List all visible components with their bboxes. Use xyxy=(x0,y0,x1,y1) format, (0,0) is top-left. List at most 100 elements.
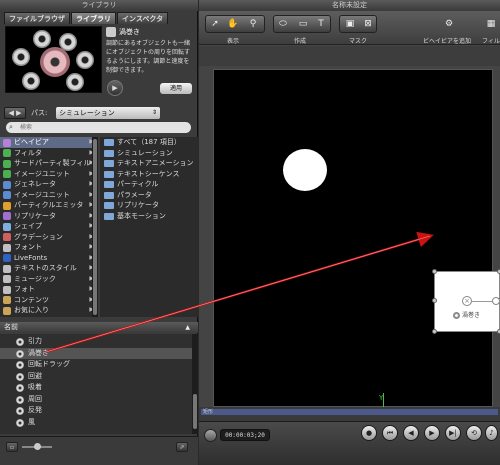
tab-library[interactable]: ライブラリ xyxy=(71,12,116,24)
ellipse-tool-icon[interactable]: ⬭ xyxy=(276,17,290,31)
category-label: シェイプ xyxy=(14,222,42,230)
category-item[interactable]: ビヘイビア▶ xyxy=(0,137,98,148)
go-to-start-button[interactable]: ⏮ xyxy=(382,425,398,441)
list-header[interactable]: 名前 ▲ xyxy=(0,322,198,333)
selected-rectangle-object[interactable]: × 渦巻き xyxy=(432,269,500,334)
gear-icon xyxy=(16,384,24,392)
text-tool-icon[interactable]: T xyxy=(314,17,328,31)
search-input[interactable]: ⌕ 検索 xyxy=(6,122,191,133)
subcategory-label: パーティクル xyxy=(117,180,159,188)
category-item[interactable]: リプリケータ▶ xyxy=(0,211,98,222)
slider-knob[interactable] xyxy=(34,443,41,450)
subcategory-item[interactable]: リプリケータ xyxy=(100,200,198,211)
list-item[interactable]: 回転ドラッグ xyxy=(0,359,192,370)
import-button[interactable]: ⇗ xyxy=(176,442,188,452)
category-item[interactable]: サードパーティ製フィル▶ xyxy=(0,158,98,169)
anchor-point-icon[interactable]: × xyxy=(462,296,472,306)
category-item[interactable]: ミュージック▶ xyxy=(0,274,98,285)
view-toggle-button[interactable]: ▫ xyxy=(6,442,18,452)
category-item[interactable]: ジェネレータ▶ xyxy=(0,179,98,190)
rectangle-tool-icon[interactable]: ▭ xyxy=(296,17,310,31)
path-select[interactable]: シミュレーション ⇕ xyxy=(56,107,160,119)
category-item[interactable]: イメージユニット▶ xyxy=(0,169,98,180)
zoom-tool-icon[interactable]: ⚲ xyxy=(246,17,260,31)
list-item-label: 回転ドラッグ xyxy=(28,360,70,368)
description-title: 渦巻き xyxy=(119,28,140,36)
tab-inspector[interactable]: インスペクタ xyxy=(117,12,169,24)
gear-icon xyxy=(16,372,24,381)
tab-file-browser[interactable]: ファイルブラウザ xyxy=(4,12,70,24)
list-item[interactable]: 風 xyxy=(0,417,192,428)
record-button[interactable]: ● xyxy=(361,425,377,441)
step-back-button[interactable]: ◀ xyxy=(403,425,419,441)
transport-bar: 00:00:03;20 ● ⏮ ◀ ▶ ▶| ⟲ ♪ xyxy=(199,421,500,465)
timecode-display[interactable]: 00:00:03;20 xyxy=(220,429,270,441)
subcategory-item[interactable]: テキストアニメーション xyxy=(100,158,198,169)
apply-button[interactable]: 適用 xyxy=(160,83,192,94)
mask-image-icon[interactable]: ⊠ xyxy=(361,17,375,31)
category-item[interactable]: シェイプ▶ xyxy=(0,221,98,232)
play-button[interactable]: ▶ xyxy=(424,425,440,441)
audio-button[interactable]: ♪ xyxy=(485,425,498,441)
category-label: フォント xyxy=(14,243,42,251)
gear-icon xyxy=(76,51,94,69)
item-scrollbar[interactable] xyxy=(192,334,198,434)
subcategory-item[interactable]: シミュレーション xyxy=(100,148,198,159)
category-label: イメージユニット xyxy=(14,169,70,178)
subcategory-item[interactable]: テキストシーケンス xyxy=(100,169,198,180)
play-preview-button[interactable]: ▶ xyxy=(107,80,123,96)
jog-knob[interactable] xyxy=(204,429,217,442)
category-item[interactable]: LiveFonts▶ xyxy=(0,253,98,264)
category-item[interactable]: コンテンツ▶ xyxy=(0,295,98,306)
list-item-label: 反発 xyxy=(28,406,42,414)
gear-icon xyxy=(453,312,460,319)
subcategory-label: 基本モーション xyxy=(117,211,166,220)
subcategory-item[interactable]: 基本モーション xyxy=(100,211,198,222)
select-tool-icon[interactable]: ➚ xyxy=(208,17,222,31)
category-item[interactable]: パーティクルエミッタ▶ xyxy=(0,200,98,211)
subcategory-list: すべて（187 項目） シミュレーション テキストアニメーション テキストシーケンスパ… xyxy=(100,137,198,317)
category-item[interactable]: お気に入り▶ xyxy=(0,305,98,316)
category-item[interactable]: フォト▶ xyxy=(0,284,98,295)
category-label: ミュージック xyxy=(14,274,56,283)
step-forward-button[interactable]: ▶| xyxy=(445,425,461,441)
timeline-bar[interactable] xyxy=(201,409,498,415)
gear-icon xyxy=(16,418,24,427)
category-label: テキストのスタイル xyxy=(14,264,77,272)
filter-icon[interactable]: ▦ xyxy=(484,17,498,31)
category-label: ビヘイビア xyxy=(14,138,49,146)
category-item[interactable]: フィルタ▶ xyxy=(0,148,98,159)
list-item[interactable]: 回避 xyxy=(0,371,192,382)
mask-rect-icon[interactable]: ▣ xyxy=(343,17,357,31)
gear-icon xyxy=(16,361,24,369)
category-item[interactable]: グラデーション▶ xyxy=(0,232,98,243)
subcategory-item[interactable]: パラメータ xyxy=(100,190,198,201)
back-button[interactable]: ◀ ▶ xyxy=(4,107,26,119)
list-item[interactable]: 引力 xyxy=(0,336,192,347)
category-item[interactable]: イメージユニット▶ xyxy=(0,190,98,201)
subcategory-item[interactable]: パーティクル xyxy=(100,179,198,190)
list-item[interactable]: 吸着 xyxy=(0,382,192,393)
category-scrollbar[interactable] xyxy=(92,137,98,317)
resize-handle[interactable] xyxy=(432,329,437,334)
path-row: ◀ ▶ パス: シミュレーション ⇕ xyxy=(4,107,194,119)
view-label: 表示 xyxy=(227,38,240,45)
circle-object[interactable] xyxy=(283,149,327,191)
category-item[interactable]: フォント▶ xyxy=(0,242,98,253)
behavior-handle[interactable] xyxy=(492,297,500,305)
list-item[interactable]: 周回 xyxy=(0,394,192,405)
hand-tool-icon[interactable]: ✋ xyxy=(226,17,240,31)
subcategory-item[interactable]: すべて（187 項目） xyxy=(100,137,198,148)
list-item[interactable]: 反発 xyxy=(0,405,192,416)
category-item[interactable]: テキストのスタイル▶ xyxy=(0,263,98,274)
resize-handle[interactable] xyxy=(432,298,437,303)
mini-timeline[interactable]: 矩形 xyxy=(199,407,500,421)
category-icon xyxy=(3,138,11,147)
gear-icon xyxy=(22,72,40,90)
mask-label: マスク xyxy=(349,38,368,45)
add-behavior-icon[interactable]: ⚙ xyxy=(442,17,456,31)
list-item[interactable]: 渦巻き xyxy=(0,347,192,359)
canvas-stage[interactable]: × 渦巻き xyxy=(213,69,500,407)
loop-button[interactable]: ⟲ xyxy=(466,425,482,441)
resize-handle[interactable] xyxy=(432,269,437,274)
